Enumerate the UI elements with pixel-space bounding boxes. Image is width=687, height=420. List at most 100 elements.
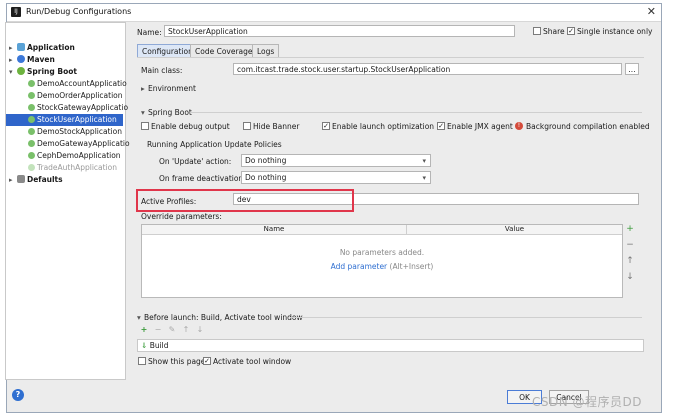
application-icon: [17, 43, 25, 51]
single-instance-checkbox[interactable]: ✓: [567, 27, 575, 35]
browse-button[interactable]: ...: [625, 63, 639, 75]
on-update-select[interactable]: Do nothing ▾: [241, 154, 431, 167]
remove-parameter-icon[interactable]: −: [624, 240, 636, 256]
tree-item-label: CephDemoApplication: [37, 151, 121, 160]
parameters-side-toolbar: + − ↑ ↓: [624, 224, 636, 288]
tab-configuration[interactable]: Configuration: [137, 44, 198, 58]
column-header-name[interactable]: Name: [142, 225, 407, 235]
defaults-icon: [17, 175, 25, 183]
remove-task-icon[interactable]: −: [151, 325, 165, 334]
add-task-icon[interactable]: +: [137, 325, 151, 334]
before-launch-toolbar: + − ✎ ↑ ↓: [137, 325, 207, 334]
spring-boot-divider: [190, 112, 642, 113]
move-down-icon[interactable]: ↓: [624, 272, 636, 288]
main-class-field[interactable]: com.itcast.trade.stock.user.startup.Stoc…: [233, 63, 622, 75]
add-parameter-shortcut: (Alt+Insert): [389, 262, 434, 271]
show-this-page-checkbox[interactable]: [138, 357, 146, 365]
background-compilation-label: Background compilation enabled: [526, 122, 650, 131]
build-item[interactable]: Build: [150, 341, 169, 350]
add-parameter-link[interactable]: Add parameter: [331, 262, 388, 271]
on-frame-deactivation-label: On frame deactivation:: [159, 174, 246, 183]
tree-item-application[interactable]: ▸ Application: [9, 42, 75, 54]
tree-item-stock-user[interactable]: StockUserApplication: [6, 114, 123, 126]
spring-boot-section-icon[interactable]: ▾: [141, 108, 145, 117]
update-policies-label: Running Application Update Policies: [147, 140, 282, 149]
tree-item-spring-boot[interactable]: ▾ Spring Boot: [9, 66, 77, 78]
tree-item-maven[interactable]: ▸ Maven: [9, 54, 55, 66]
tree-item-label: DemoGatewayApplicatio: [37, 139, 130, 148]
tree-item-trade-auth[interactable]: TradeAuthApplication: [28, 162, 117, 174]
tree-item-demo-gateway[interactable]: DemoGatewayApplicatio: [28, 138, 130, 150]
edit-task-icon[interactable]: ✎: [165, 325, 179, 334]
share-checkbox[interactable]: [533, 27, 541, 35]
activate-tool-window-label: Activate tool window: [213, 357, 292, 366]
tree-item-label: StockUserApplication: [37, 115, 117, 124]
spring-app-icon: [28, 104, 35, 111]
name-field[interactable]: StockUserApplication: [164, 25, 515, 37]
environment-toggle-icon[interactable]: ▸: [141, 84, 145, 93]
single-instance-label: Single instance only: [577, 27, 653, 36]
highlight-box: [136, 189, 354, 212]
tree-item-label: Defaults: [27, 175, 63, 184]
override-parameters-table: Name Value No parameters added. Add para…: [141, 224, 623, 298]
before-launch-label: Before launch: Build, Activate tool wind…: [144, 313, 303, 322]
add-parameter-row: Add parameter (Alt+Insert): [142, 262, 622, 271]
enable-jmx-agent-checkbox[interactable]: ✓: [437, 122, 445, 130]
warning-icon: !: [515, 122, 523, 130]
hide-banner-checkbox[interactable]: [243, 122, 251, 130]
main-class-label: Main class:: [141, 66, 183, 75]
tree-item-ceph-demo[interactable]: CephDemoApplication: [28, 150, 121, 162]
move-task-up-icon[interactable]: ↑: [179, 325, 193, 334]
column-header-value[interactable]: Value: [407, 225, 622, 235]
chevron-down-icon: ▾: [422, 157, 426, 165]
tree-item-demo-order[interactable]: DemoOrderApplication: [28, 90, 123, 102]
add-parameter-icon[interactable]: +: [624, 224, 636, 240]
expand-arrow-icon[interactable]: ▸: [9, 42, 17, 54]
maven-icon: [17, 55, 25, 63]
tree-item-label: DemoStockApplication: [37, 127, 122, 136]
on-frame-deactivation-select[interactable]: Do nothing ▾: [241, 171, 431, 184]
collapse-arrow-icon[interactable]: ▾: [9, 66, 17, 78]
tree-item-label: Maven: [27, 55, 55, 64]
name-label: Name:: [137, 28, 162, 37]
title-bar: IJ Run/Debug Configurations ✕: [7, 4, 661, 22]
spring-boot-section-label: Spring Boot: [148, 108, 192, 117]
move-task-down-icon[interactable]: ↓: [193, 325, 207, 334]
move-up-icon[interactable]: ↑: [624, 256, 636, 272]
on-frame-value: Do nothing: [245, 173, 287, 182]
window-title: Run/Debug Configurations: [26, 7, 132, 16]
activate-tool-window-checkbox[interactable]: ✓: [203, 357, 211, 365]
enable-debug-output-label: Enable debug output: [151, 122, 230, 131]
tree-item-demo-account[interactable]: DemoAccountApplicatio: [28, 78, 127, 90]
environment-label[interactable]: Environment: [148, 84, 196, 93]
share-label: Share: [543, 27, 565, 36]
configuration-tree: ▸ Application ▸ Maven ▾ Spring Boot DemoAcc…: [5, 22, 130, 380]
before-launch-divider: [290, 317, 642, 318]
intellij-app-icon: IJ: [11, 7, 21, 17]
tree-item-label: Spring Boot: [27, 67, 77, 76]
before-launch-toggle-icon[interactable]: ▾: [137, 313, 141, 322]
help-button[interactable]: ?: [12, 389, 24, 401]
hide-banner-label: Hide Banner: [253, 122, 300, 131]
tree-item-stock-gateway[interactable]: StockGatewayApplicatio: [28, 102, 128, 114]
expand-arrow-icon[interactable]: ▸: [9, 54, 17, 66]
spring-app-icon: [28, 80, 35, 87]
tree-item-defaults[interactable]: ▸ Defaults: [9, 174, 63, 186]
expand-arrow-icon[interactable]: ▸: [9, 174, 17, 186]
close-icon[interactable]: ✕: [647, 5, 656, 18]
spring-app-icon: [28, 92, 35, 99]
tree-item-label: Application: [27, 43, 75, 52]
spring-app-icon: [28, 164, 35, 171]
tree-item-label: DemoOrderApplication: [37, 91, 123, 100]
tab-code-coverage[interactable]: Code Coverage: [190, 44, 258, 58]
tree-item-demo-stock[interactable]: DemoStockApplication: [28, 126, 122, 138]
enable-launch-optimization-label: Enable launch optimization: [332, 122, 435, 131]
watermark: CSDN @程序员DD: [532, 395, 643, 409]
tab-logs[interactable]: Logs: [252, 44, 280, 58]
enable-launch-optimization-checkbox[interactable]: ✓: [322, 122, 330, 130]
tree-item-label: TradeAuthApplication: [37, 163, 118, 172]
enable-debug-output-checkbox[interactable]: [141, 122, 149, 130]
spring-app-icon: [28, 116, 35, 123]
tab-divider: [137, 57, 644, 58]
show-this-page-label: Show this page: [148, 357, 206, 366]
